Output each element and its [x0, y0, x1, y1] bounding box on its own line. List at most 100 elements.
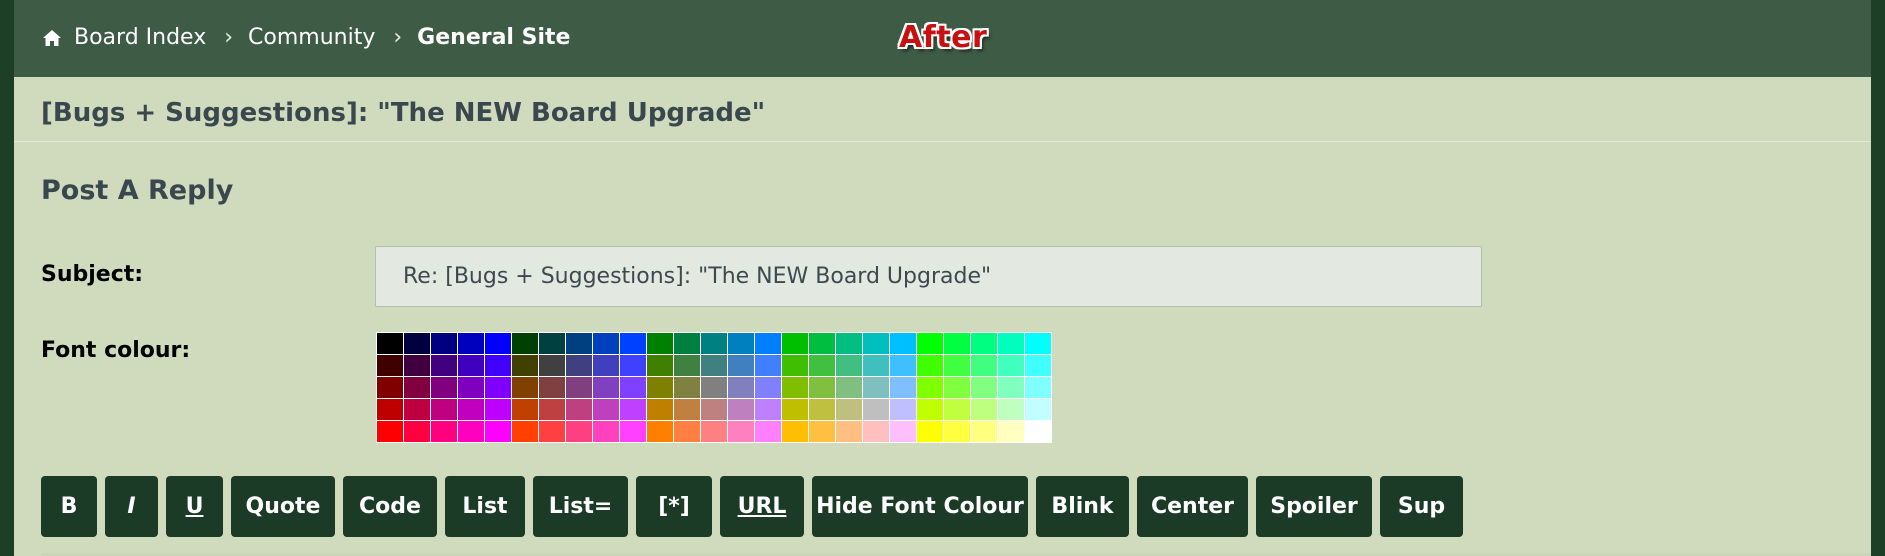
colour-swatch[interactable]: [998, 399, 1024, 420]
colour-swatch[interactable]: [944, 421, 970, 442]
colour-swatch[interactable]: [377, 421, 403, 442]
colour-swatch[interactable]: [917, 399, 943, 420]
colour-swatch[interactable]: [485, 355, 511, 376]
colour-swatch[interactable]: [404, 333, 430, 354]
colour-swatch[interactable]: [809, 377, 835, 398]
colour-swatch[interactable]: [539, 421, 565, 442]
colour-swatch[interactable]: [674, 421, 700, 442]
colour-swatch[interactable]: [836, 355, 862, 376]
colour-swatch[interactable]: [566, 421, 592, 442]
colour-swatch[interactable]: [377, 355, 403, 376]
colour-swatch[interactable]: [593, 399, 619, 420]
colour-swatch[interactable]: [647, 333, 673, 354]
colour-swatch[interactable]: [863, 333, 889, 354]
colour-swatch[interactable]: [728, 377, 754, 398]
colour-swatch[interactable]: [593, 333, 619, 354]
hide-font-colour-button[interactable]: Hide Font Colour: [812, 476, 1028, 537]
colour-swatch[interactable]: [593, 355, 619, 376]
colour-swatch[interactable]: [809, 421, 835, 442]
colour-swatch[interactable]: [836, 333, 862, 354]
colour-swatch[interactable]: [458, 333, 484, 354]
colour-swatch[interactable]: [485, 377, 511, 398]
sup-button[interactable]: Sup: [1380, 476, 1463, 537]
colour-swatch[interactable]: [593, 421, 619, 442]
colour-swatch[interactable]: [863, 377, 889, 398]
colour-swatch[interactable]: [755, 377, 781, 398]
colour-swatch[interactable]: [782, 421, 808, 442]
topic-title[interactable]: [Bugs + Suggestions]: "The NEW Board Upg…: [41, 98, 765, 128]
breadcrumb-general-site[interactable]: General Site: [417, 25, 570, 50]
colour-swatch[interactable]: [485, 399, 511, 420]
colour-swatch[interactable]: [890, 355, 916, 376]
colour-swatch[interactable]: [998, 377, 1024, 398]
colour-swatch[interactable]: [701, 377, 727, 398]
colour-swatch[interactable]: [944, 377, 970, 398]
colour-swatch[interactable]: [620, 421, 646, 442]
colour-swatch[interactable]: [755, 421, 781, 442]
list-item-button[interactable]: [*]: [636, 476, 712, 537]
subject-input[interactable]: [375, 246, 1482, 307]
colour-swatch[interactable]: [998, 355, 1024, 376]
colour-swatch[interactable]: [755, 333, 781, 354]
colour-swatch[interactable]: [431, 421, 457, 442]
colour-swatch[interactable]: [863, 421, 889, 442]
colour-swatch[interactable]: [566, 377, 592, 398]
colour-swatch[interactable]: [728, 399, 754, 420]
quote-button[interactable]: Quote: [231, 476, 335, 537]
colour-swatch[interactable]: [1025, 421, 1051, 442]
colour-swatch[interactable]: [512, 399, 538, 420]
colour-swatch[interactable]: [836, 377, 862, 398]
colour-swatch[interactable]: [512, 355, 538, 376]
colour-swatch[interactable]: [620, 377, 646, 398]
colour-swatch[interactable]: [755, 355, 781, 376]
colour-swatch[interactable]: [863, 399, 889, 420]
colour-swatch[interactable]: [782, 399, 808, 420]
colour-swatch[interactable]: [971, 333, 997, 354]
colour-swatch[interactable]: [647, 399, 673, 420]
colour-swatch[interactable]: [431, 399, 457, 420]
colour-swatch[interactable]: [593, 377, 619, 398]
colour-swatch[interactable]: [944, 355, 970, 376]
colour-swatch[interactable]: [485, 333, 511, 354]
colour-swatch[interactable]: [917, 421, 943, 442]
colour-swatch[interactable]: [971, 377, 997, 398]
colour-swatch[interactable]: [998, 421, 1024, 442]
colour-swatch[interactable]: [728, 355, 754, 376]
colour-swatch[interactable]: [674, 399, 700, 420]
colour-swatch[interactable]: [890, 399, 916, 420]
colour-swatch[interactable]: [539, 399, 565, 420]
colour-swatch[interactable]: [917, 355, 943, 376]
colour-swatch[interactable]: [701, 333, 727, 354]
colour-swatch[interactable]: [1025, 333, 1051, 354]
bold-button[interactable]: B: [41, 476, 97, 537]
blink-button[interactable]: Blink: [1036, 476, 1129, 537]
colour-swatch[interactable]: [809, 399, 835, 420]
colour-swatch[interactable]: [755, 399, 781, 420]
colour-swatch[interactable]: [782, 355, 808, 376]
colour-swatch[interactable]: [1025, 355, 1051, 376]
colour-swatch[interactable]: [890, 421, 916, 442]
colour-swatch[interactable]: [944, 333, 970, 354]
colour-swatch[interactable]: [404, 421, 430, 442]
colour-swatch[interactable]: [431, 355, 457, 376]
colour-swatch[interactable]: [485, 421, 511, 442]
colour-swatch[interactable]: [728, 333, 754, 354]
colour-swatch[interactable]: [836, 399, 862, 420]
colour-swatch[interactable]: [377, 377, 403, 398]
colour-swatch[interactable]: [539, 355, 565, 376]
colour-swatch[interactable]: [917, 333, 943, 354]
colour-swatch[interactable]: [620, 355, 646, 376]
colour-swatch[interactable]: [971, 399, 997, 420]
colour-swatch[interactable]: [782, 377, 808, 398]
colour-swatch[interactable]: [458, 421, 484, 442]
ordered-list-button[interactable]: List=: [533, 476, 628, 537]
colour-swatch[interactable]: [701, 421, 727, 442]
spoiler-button[interactable]: Spoiler: [1256, 476, 1372, 537]
colour-swatch[interactable]: [674, 333, 700, 354]
colour-swatch[interactable]: [431, 377, 457, 398]
colour-swatch[interactable]: [512, 333, 538, 354]
colour-swatch[interactable]: [836, 421, 862, 442]
underline-button[interactable]: U: [166, 476, 223, 537]
url-button[interactable]: URL: [720, 476, 804, 537]
colour-swatch[interactable]: [512, 377, 538, 398]
